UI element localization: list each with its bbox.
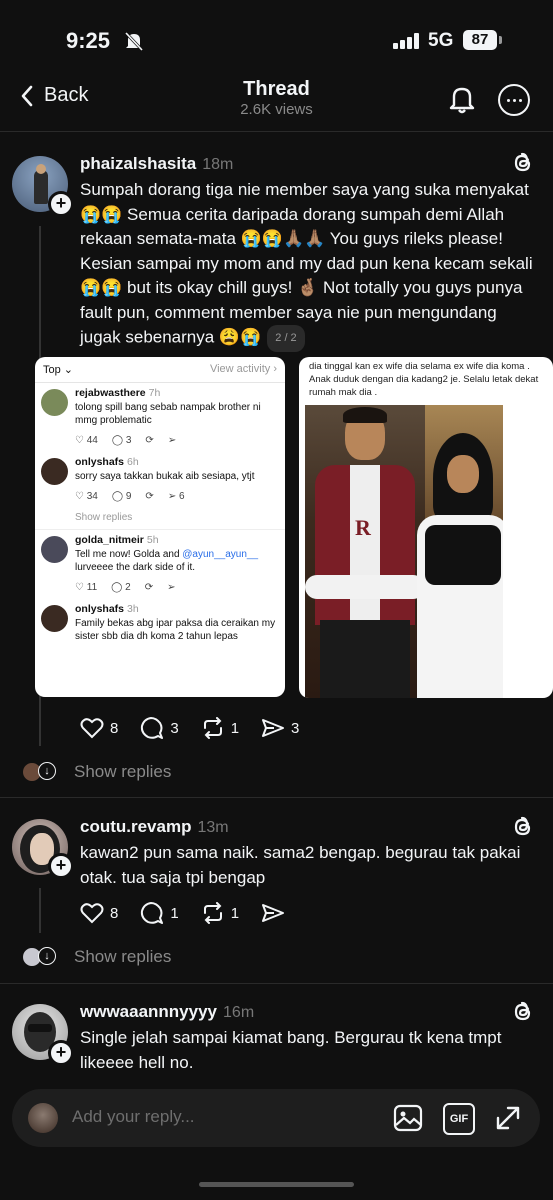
heart-icon [80, 718, 104, 739]
post-time: 13m [197, 819, 229, 836]
threads-logo-icon[interactable] [512, 151, 534, 181]
send-icon [262, 904, 285, 922]
reply-input[interactable]: Add your reply... [72, 1107, 195, 1127]
reply-avatars: ↓ [22, 947, 62, 967]
divider [0, 131, 553, 132]
show-replies-link: Show replies [35, 508, 285, 530]
comment-icon [141, 902, 164, 924]
notification-bell-icon[interactable] [448, 84, 476, 114]
more-options-button[interactable] [498, 84, 530, 116]
status-time: 9:25 [66, 28, 111, 53]
list-item: rejabwasthere 7h tolong spill bang sebab … [35, 383, 285, 452]
bell-muted-icon [124, 31, 144, 52]
post-username[interactable]: phaizalshasita 18m [80, 154, 233, 174]
divider [0, 983, 553, 984]
show-replies-button[interactable]: ↓ Show replies [22, 947, 171, 967]
thread-line [39, 888, 41, 933]
share-button[interactable]: 3 [261, 717, 299, 739]
attached-image-1[interactable]: Top ⌄ View activity › rejabwasthere 7h to… [35, 357, 285, 697]
list-item: golda_nitmeir 5h Tell me now! Golda and @… [35, 530, 285, 599]
like-button[interactable]: 8 [80, 902, 118, 924]
photo: R [305, 405, 503, 698]
sort-label: Top ⌄ [43, 364, 74, 376]
list-item: onlyshafs 6h sorry saya takkan bukak aib … [35, 452, 285, 508]
post-time: 18m [202, 156, 234, 173]
repost-button[interactable]: 1 [201, 717, 239, 739]
network-type: 5G [428, 30, 454, 51]
like-button[interactable]: 8 [80, 717, 118, 739]
image-page-indicator: 2 / 2 [267, 325, 305, 352]
share-button[interactable] [261, 902, 285, 924]
divider [0, 797, 553, 798]
attached-image-2[interactable]: dia tinggal kan ex wife dia selama ex wi… [299, 357, 553, 698]
gif-button[interactable]: GIF [443, 1103, 475, 1135]
post-actions: 8 1 1 [80, 901, 307, 925]
reply-avatars: ↓ [22, 762, 62, 782]
repost-button[interactable]: 1 [201, 902, 239, 924]
home-indicator [199, 1182, 354, 1187]
show-replies-button[interactable]: ↓ Show replies [22, 762, 171, 782]
repost-icon [203, 902, 222, 924]
list-item: onlyshafs 3h Family bekas abg ipar paksa … [35, 599, 285, 649]
battery-level: 87 [463, 30, 497, 50]
repost-icon [203, 717, 222, 739]
send-icon [262, 719, 285, 737]
comment-icon [141, 717, 164, 739]
image-icon[interactable] [393, 1104, 423, 1132]
post-text: Sumpah dorang tiga nie member saya yang … [80, 178, 535, 352]
follow-plus-button[interactable]: + [48, 191, 74, 217]
view-activity-link: View activity › [209, 363, 277, 375]
heart-icon [80, 903, 104, 924]
signal-icon [393, 33, 419, 49]
expand-icon[interactable] [494, 1104, 522, 1132]
post-time: 16m [223, 1004, 255, 1021]
post-username[interactable]: wwwaaannnyyyy 16m [80, 1002, 254, 1022]
avatar [28, 1103, 58, 1133]
post-text: Single jelah sampai kiamat bang. Bergura… [80, 1028, 502, 1072]
post-actions: 8 3 1 3 [80, 716, 321, 740]
reply-button[interactable]: 3 [140, 716, 179, 740]
post-username[interactable]: coutu.revamp 13m [80, 817, 229, 837]
follow-plus-button[interactable]: + [48, 853, 74, 879]
battery-icon [499, 36, 502, 44]
image-caption: dia tinggal kan ex wife dia selama ex wi… [309, 361, 539, 398]
follow-plus-button[interactable]: + [48, 1040, 74, 1066]
reply-button[interactable]: 1 [140, 901, 179, 925]
post-text: kawan2 pun sama naik. sama2 bengap. begu… [80, 843, 521, 887]
